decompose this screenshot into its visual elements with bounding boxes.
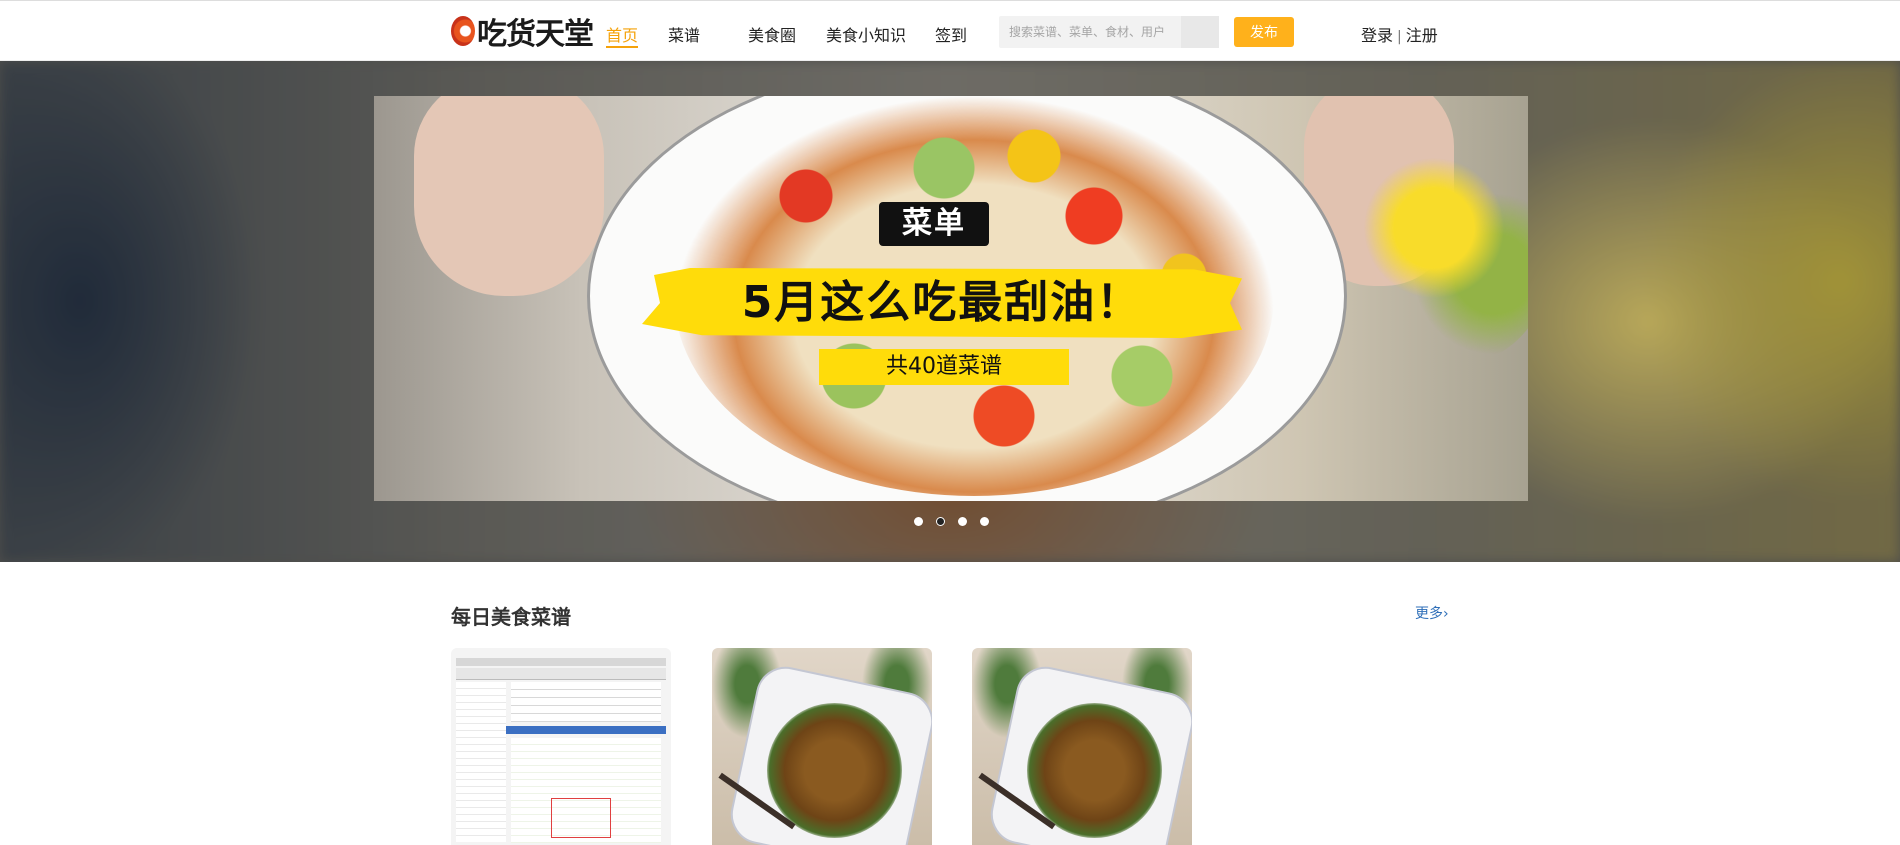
carousel-slide[interactable]: 菜单 5月这么吃最刮油！ 共40道菜谱 [374, 96, 1528, 501]
nav-item-recipes-label: 菜谱 [668, 26, 701, 45]
auth-links: 登录 | 注册 [1361, 22, 1438, 46]
register-link[interactable]: 注册 [1406, 26, 1438, 45]
nav-item-checkin-label: 签到 [935, 26, 968, 45]
auth-separator: | [1397, 29, 1402, 45]
logo-mark-icon [451, 16, 475, 46]
carousel-dots [914, 517, 1002, 526]
slide-hand-left [414, 96, 604, 296]
card-image-part [506, 726, 666, 734]
search-box [999, 16, 1219, 48]
nav-item-checkin[interactable]: 签到 [935, 22, 967, 46]
search-input[interactable] [999, 16, 1179, 48]
top-header: 吃货天堂 首页 菜谱 美食圈 美食小知识 签到 发布 登录|注册 [0, 0, 1900, 61]
section-title: 每日美食菜谱 [451, 605, 571, 629]
carousel-dot-1[interactable] [914, 517, 923, 526]
chevron-right-icon: › [1443, 606, 1449, 622]
carousel-dot-3[interactable] [958, 517, 967, 526]
publish-button[interactable]: 发布 [1234, 17, 1294, 47]
slide-subtitle: 共40道菜谱 [886, 354, 1002, 379]
nav-item-home-label: 首页 [606, 26, 639, 45]
nav-item-food-circle-label: 美食圈 [748, 26, 797, 45]
banner-carousel: 菜单 5月这么吃最刮油！ 共40道菜谱 [0, 61, 1900, 562]
card-image-part [511, 682, 661, 722]
card-image-part [456, 668, 666, 680]
search-button[interactable] [1181, 16, 1219, 48]
card-image-part [456, 658, 666, 666]
slide-title: 5月这么吃最刮油！ [741, 277, 1143, 328]
recipe-card-2[interactable] [712, 648, 932, 845]
nav-item-food-tips[interactable]: 美食小知识 [826, 22, 906, 46]
more-link[interactable]: 更多› [1415, 603, 1449, 623]
card-image-part [551, 798, 611, 838]
nav-item-recipes[interactable]: 菜谱 [668, 22, 700, 46]
nav-item-food-tips-label: 美食小知识 [826, 26, 907, 45]
nav-item-home[interactable]: 首页 [606, 22, 639, 48]
login-link[interactable]: 登录 [1361, 26, 1393, 45]
nav-active-underline [606, 46, 639, 48]
nav-item-food-circle[interactable]: 美食圈 [748, 22, 796, 46]
recipe-card-3[interactable] [972, 648, 1192, 845]
site-logo[interactable]: 吃货天堂 [451, 14, 594, 52]
carousel-dot-2[interactable] [936, 517, 945, 526]
recipe-card-1[interactable] [451, 648, 671, 845]
logo-text: 吃货天堂 [477, 17, 594, 52]
carousel-dot-4[interactable] [980, 517, 989, 526]
more-link-label: 更多 [1415, 606, 1443, 622]
slide-tag: 菜单 [879, 202, 989, 246]
card-image-part [456, 682, 506, 842]
